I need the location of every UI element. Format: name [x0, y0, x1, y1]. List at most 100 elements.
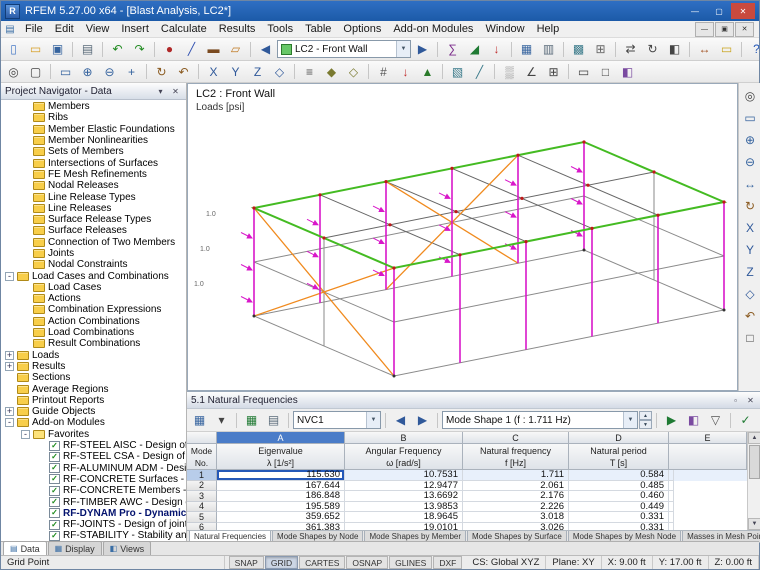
- isometric-view-icon[interactable]: ◇: [269, 61, 290, 82]
- section-icon[interactable]: ╱: [469, 61, 490, 82]
- row-number-cell[interactable]: 4: [187, 501, 217, 512]
- tree-item[interactable]: RF-TIMBER AWC - Design of ti: [1, 496, 186, 508]
- column-letter-header[interactable]: A: [217, 432, 345, 444]
- grid-icon[interactable]: ⊞: [543, 61, 564, 82]
- tree-item[interactable]: Action Combinations: [1, 316, 186, 327]
- show-loads-icon[interactable]: ↓: [395, 61, 416, 82]
- menu-item[interactable]: View: [80, 22, 116, 36]
- menu-item[interactable]: Window: [479, 22, 530, 36]
- isometric-view-icon[interactable]: ◇: [740, 283, 760, 304]
- zoom-in-icon[interactable]: ⊕: [740, 129, 760, 150]
- status-toggle-button[interactable]: GRID: [264, 556, 299, 569]
- tree-expander-icon[interactable]: +: [5, 407, 14, 417]
- row-number-cell[interactable]: 1: [187, 470, 217, 481]
- natural-frequency-cell[interactable]: 3.026: [463, 522, 569, 530]
- print-icon[interactable]: ▤: [77, 39, 98, 60]
- redo-icon[interactable]: ↷: [129, 39, 150, 60]
- empty-cell[interactable]: [669, 512, 674, 523]
- new-surface-icon[interactable]: ▱: [225, 39, 246, 60]
- table-scrollbar[interactable]: ▲ ▼: [747, 432, 760, 530]
- next-load-case-icon[interactable]: ▶: [412, 39, 433, 60]
- tree-item[interactable]: RF-CONCRETE Members - Des: [1, 485, 186, 496]
- tree-item[interactable]: - Add-on Modules: [1, 417, 186, 428]
- tree-item[interactable]: - Favorites: [1, 429, 186, 440]
- tree-item[interactable]: Combination Expressions: [1, 304, 186, 315]
- nvc-combobox[interactable]: NVC1 ▼: [293, 411, 381, 429]
- navigator-close-icon[interactable]: ✕: [169, 85, 182, 97]
- navigator-tab[interactable]: ◧ Views: [102, 541, 152, 555]
- tree-item[interactable]: Nodal Constraints: [1, 259, 186, 270]
- tree-item[interactable]: Load Combinations: [1, 327, 186, 338]
- column-letter-header[interactable]: D: [569, 432, 669, 444]
- status-toggle-button[interactable]: OSNAP: [346, 556, 389, 569]
- tree-item[interactable]: Printout Reports: [1, 395, 186, 406]
- tree-item[interactable]: RF-JOINTS - Design of joints: [1, 519, 186, 530]
- help-icon[interactable]: ?: [746, 39, 759, 60]
- tree-item[interactable]: Line Releases: [1, 203, 186, 214]
- spin-down-icon[interactable]: ▼: [639, 420, 652, 429]
- margins-icon[interactable]: ▭: [573, 61, 594, 82]
- render-wireframe-icon[interactable]: ◇: [343, 61, 364, 82]
- tree-item[interactable]: Surface Releases: [1, 225, 186, 236]
- tree-item[interactable]: Member Elastic Foundations: [1, 124, 186, 135]
- select-special-icon[interactable]: ▢: [25, 61, 46, 82]
- panel-close-icon[interactable]: ✕: [744, 394, 757, 406]
- scroll-down-icon[interactable]: ▼: [748, 518, 760, 530]
- menu-item[interactable]: File: [19, 22, 49, 36]
- minimize-button[interactable]: —: [683, 3, 707, 19]
- tree-item[interactable]: + Results: [1, 361, 186, 372]
- tree-item[interactable]: Member Nonlinearities: [1, 135, 186, 146]
- print-table-icon[interactable]: ▤: [263, 410, 284, 431]
- tree-item[interactable]: Load Cases: [1, 282, 186, 293]
- menu-item[interactable]: Help: [531, 22, 566, 36]
- menu-item[interactable]: Table: [299, 22, 337, 36]
- empty-cell[interactable]: [669, 480, 674, 491]
- tree-item[interactable]: Members: [1, 101, 186, 112]
- tree-item[interactable]: Nodal Releases: [1, 180, 186, 191]
- row-number-cell[interactable]: 6: [187, 522, 217, 530]
- select-icon[interactable]: ◎: [740, 85, 760, 106]
- comment-icon[interactable]: ▭: [716, 39, 737, 60]
- tree-item[interactable]: + Guide Objects: [1, 406, 186, 417]
- model-viewport[interactable]: LC2 : Front Wall Loads [psi] 1.0 1.0 1.0: [187, 83, 738, 391]
- tree-item[interactable]: RF-DYNAM Pro - Dynamic an: [1, 508, 186, 519]
- column-letter-header[interactable]: C: [463, 432, 569, 444]
- view-z-icon[interactable]: Z: [247, 61, 268, 82]
- new-node-icon[interactable]: ●: [159, 39, 180, 60]
- display-properties-icon[interactable]: ≡: [299, 61, 320, 82]
- tree-item[interactable]: Ribs: [1, 112, 186, 123]
- navigator-tab[interactable]: ▦ Display: [47, 541, 102, 555]
- fe-mesh-settings-icon[interactable]: ⊞: [590, 39, 611, 60]
- apply-icon[interactable]: ✓: [735, 410, 756, 431]
- tree-item[interactable]: Intersections of Surfaces: [1, 157, 186, 169]
- tree-item[interactable]: RF-STABILITY - Stability analys: [1, 530, 186, 541]
- move-copy-icon[interactable]: ⇄: [620, 39, 641, 60]
- tree-expander-icon[interactable]: -: [5, 271, 14, 281]
- menu-item[interactable]: Add-on Modules: [387, 22, 479, 36]
- table-menu-chevron-icon[interactable]: ▾: [211, 410, 232, 431]
- menu-item[interactable]: Edit: [49, 22, 80, 36]
- menu-item[interactable]: Results: [213, 22, 262, 36]
- animate-mode-icon[interactable]: ▶: [661, 410, 682, 431]
- empty-cell[interactable]: [669, 501, 674, 512]
- tree-item[interactable]: Average Regions: [1, 383, 186, 395]
- view-z-icon[interactable]: Z: [740, 261, 760, 282]
- mdi-restore-button[interactable]: ▣: [715, 21, 734, 37]
- tree-item[interactable]: Sets of Members: [1, 146, 186, 157]
- row-number-cell[interactable]: 3: [187, 491, 217, 502]
- prev-load-case-icon[interactable]: ◀: [255, 39, 276, 60]
- new-member-icon[interactable]: ▬: [203, 39, 224, 60]
- column-letter-header[interactable]: B: [345, 432, 463, 444]
- natural-period-cell[interactable]: 0.331: [569, 522, 669, 530]
- dimension-icon[interactable]: ↔: [694, 39, 715, 60]
- tree-item[interactable]: - Load Cases and Combinations: [1, 270, 186, 282]
- tree-expander-icon[interactable]: -: [5, 418, 14, 428]
- move-view-icon[interactable]: ↔: [740, 173, 760, 194]
- status-toggle-button[interactable]: CARTES: [299, 556, 346, 569]
- axes-icon[interactable]: ∠: [521, 61, 542, 82]
- row-number-cell[interactable]: 2: [187, 480, 217, 491]
- eigenvalue-cell[interactable]: 361.383: [217, 522, 345, 530]
- previous-view-icon[interactable]: ↶: [740, 305, 760, 326]
- rotate-view-icon[interactable]: ↻: [740, 195, 760, 216]
- tree-item[interactable]: + Loads: [1, 350, 186, 361]
